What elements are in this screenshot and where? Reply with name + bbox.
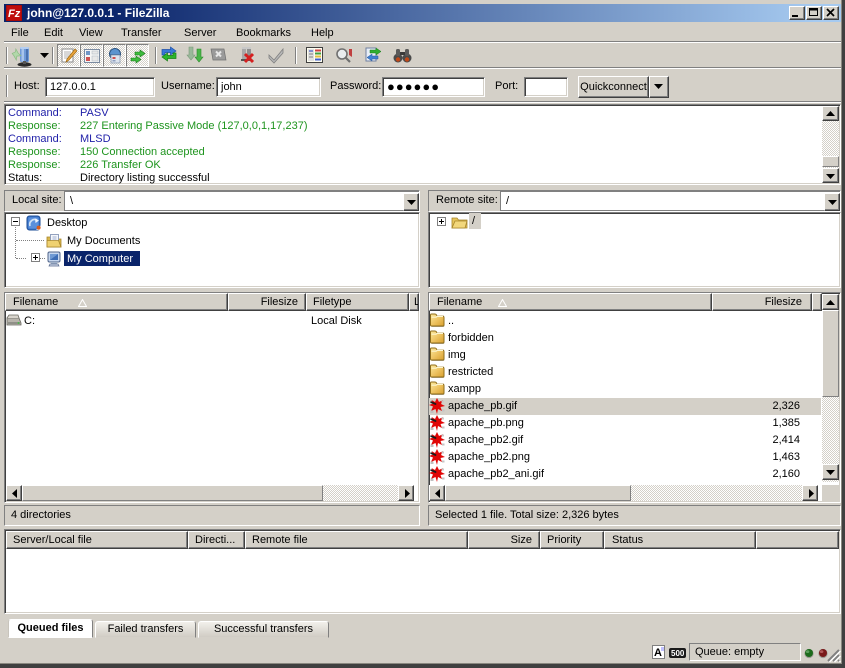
svg-text:Fz: Fz (8, 8, 21, 20)
svg-text:A: A (654, 647, 662, 659)
svg-text:500: 500 (671, 649, 685, 658)
